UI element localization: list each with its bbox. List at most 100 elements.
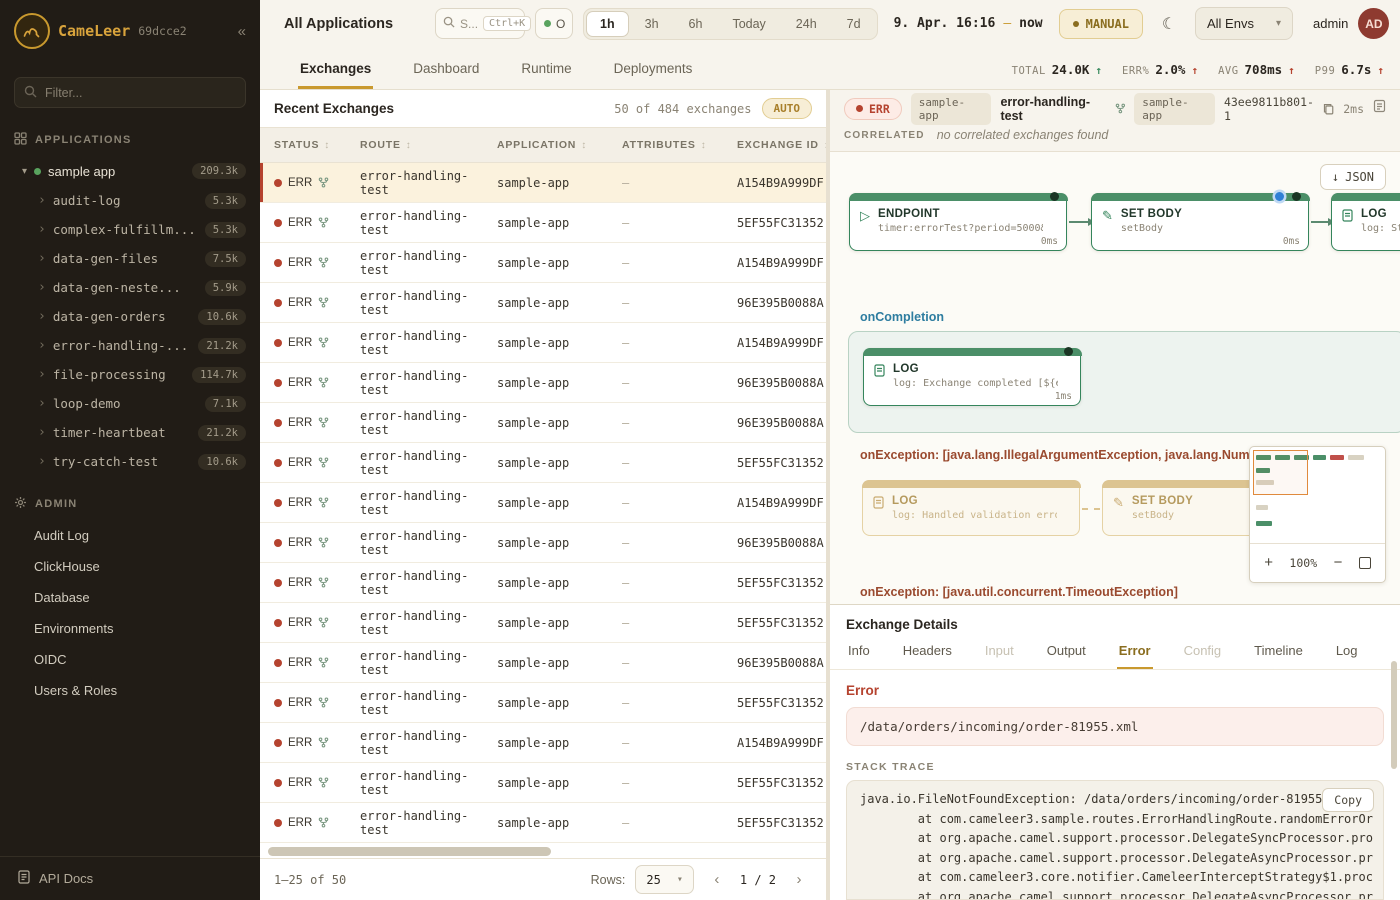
flow-node-exception-log[interactable]: LOG log: Handled validation error: ${exc… [862,480,1080,536]
download-json-button[interactable]: ↓ JSON [1320,164,1386,190]
sidebar-route-data-gen-orders[interactable]: › data-gen-orders 10.6k [0,302,260,331]
flow-node-set-body[interactable]: ✎ SET BODY setBody 0ms [1091,193,1309,251]
exchange-row[interactable]: ERR error-handling-test sample-app — 96E… [260,283,826,323]
env-select[interactable]: All Envs ▾ [1195,7,1293,40]
minimap-canvas[interactable] [1250,447,1385,544]
vertical-scrollbar[interactable] [1391,661,1397,769]
exchange-row[interactable]: ERR error-handling-test sample-app — A15… [260,723,826,763]
route-flow-canvas[interactable]: ↓ JSON ▷ ENDPOINT timer:errorTest?period… [830,151,1400,604]
prev-page-button[interactable]: ‹ [704,867,730,893]
tab-exchanges[interactable]: Exchanges [298,49,373,89]
sidebar-route-try-catch-test[interactable]: › try-catch-test 10.6k [0,447,260,476]
column-header-exchange-id[interactable]: EXCHANGE ID ↕ [737,139,826,151]
time-range-24h[interactable]: 24h [782,11,831,37]
detail-tab-headers[interactable]: Headers [901,639,954,669]
detail-tab-config[interactable]: Config [1182,639,1224,669]
detail-tab-output[interactable]: Output [1045,639,1088,669]
flow-minimap[interactable]: + 100% − [1249,446,1386,583]
sidebar-route-error-handling[interactable]: › error-handling-... 21.2k [0,331,260,360]
sidebar-route-audit-log[interactable]: › audit-log 5.3k [0,186,260,215]
auto-refresh-badge[interactable]: AUTO [762,98,813,119]
sidebar-route-timer-heartbeat[interactable]: › timer-heartbeat 21.2k [0,418,260,447]
rows-per-page-select[interactable]: 25 ▾ [635,865,693,894]
exchange-row[interactable]: ERR error-handling-test sample-app — A15… [260,323,826,363]
search-box[interactable]: S... Ctrl+K [435,8,525,39]
next-page-button[interactable]: › [786,867,812,893]
flow-node-endpoint[interactable]: ▷ ENDPOINT timer:errorTest?period=5000&d… [849,193,1067,251]
route-name[interactable]: error-handling-test [1000,95,1125,123]
tab-dashboard[interactable]: Dashboard [411,49,481,89]
exchange-row[interactable]: ERR error-handling-test sample-app — 5EF… [260,563,826,603]
exchange-row[interactable]: ERR error-handling-test sample-app — A15… [260,163,826,203]
sidebar-route-complex-fulfillm[interactable]: › complex-fulfillm... 5.3k [0,215,260,244]
column-header-status[interactable]: STATUS ↕ [260,139,360,151]
exchange-row[interactable]: ERR error-handling-test sample-app — 5EF… [260,763,826,803]
exchange-row[interactable]: ERR error-handling-test sample-app — 5EF… [260,203,826,243]
time-range-display[interactable]: 9. Apr. 16:16 – now [888,16,1049,31]
exchange-row[interactable]: ERR error-handling-test sample-app — 96E… [260,643,826,683]
column-header-route[interactable]: ROUTE ↕ [360,139,497,151]
column-header-attributes[interactable]: ATTRIBUTES ↕ [622,139,737,151]
copy-exchange-icon[interactable] [1373,99,1386,118]
sidebar-admin-audit-log[interactable]: Audit Log [0,520,260,551]
dark-mode-toggle[interactable]: ☾ [1153,8,1185,40]
exchange-row[interactable]: ERR error-handling-test sample-app — A15… [260,243,826,283]
admin-icon [14,496,27,512]
exchange-row[interactable]: ERR error-handling-test sample-app — 96E… [260,403,826,443]
time-range-1h[interactable]: 1h [586,11,629,37]
sidebar-route-file-processing[interactable]: › file-processing 114.7k [0,360,260,389]
detail-tab-info[interactable]: Info [846,639,872,669]
detail-tab-log[interactable]: Log [1334,639,1360,669]
zoom-in-button[interactable]: + [1264,556,1273,570]
exchange-row[interactable]: ERR error-handling-test sample-app — 5EF… [260,443,826,483]
sidebar-route-data-gen-neste[interactable]: › data-gen-neste... 5.9k [0,273,260,302]
time-range-7d[interactable]: 7d [833,11,875,37]
exchange-id[interactable]: 43ee9811b801-1 [1224,95,1334,123]
sidebar-admin-database[interactable]: Database [0,582,260,613]
sidebar-filter-input[interactable] [14,77,246,108]
minimap-viewport[interactable] [1253,450,1308,495]
zoom-fit-button[interactable] [1359,557,1371,569]
exchange-id-cell: 96E395B0088A [737,296,826,310]
sidebar-route-loop-demo[interactable]: › loop-demo 7.1k [0,389,260,418]
exchange-row[interactable]: ERR error-handling-test sample-app — 5EF… [260,803,826,843]
attributes-cell: — [622,696,737,710]
detail-tab-input[interactable]: Input [983,639,1016,669]
app-chip[interactable]: sample-app [911,93,992,125]
horizontal-scrollbar[interactable] [268,847,818,856]
sidebar-route-data-gen-files[interactable]: › data-gen-files 7.5k [0,244,260,273]
app-chip-secondary[interactable]: sample-app [1134,93,1215,125]
time-range-6h[interactable]: 6h [675,11,717,37]
sidebar-admin-clickhouse[interactable]: ClickHouse [0,551,260,582]
exchange-row[interactable]: ERR error-handling-test sample-app — 5EF… [260,603,826,643]
manual-mode-button[interactable]: MANUAL [1059,9,1143,39]
time-range-today[interactable]: Today [718,11,779,37]
sidebar-app-sample-app[interactable]: ▾ sample app 209.3k [0,156,260,186]
detail-tab-error[interactable]: Error [1117,639,1153,669]
sidebar-collapse-icon[interactable]: « [238,23,246,40]
sidebar-admin-users-roles[interactable]: Users & Roles [0,675,260,706]
application-cell: sample-app [497,456,622,470]
exchange-row[interactable]: ERR error-handling-test sample-app — 5EF… [260,683,826,723]
detail-tab-timeline[interactable]: Timeline [1252,639,1305,669]
scrollbar-thumb[interactable] [268,847,551,856]
copy-icon[interactable] [1323,103,1334,115]
api-docs-link[interactable]: API Docs [0,856,260,900]
column-header-application[interactable]: APPLICATION ↕ [497,139,622,151]
tab-runtime[interactable]: Runtime [519,49,573,89]
flow-node-completion-log[interactable]: LOG log: Exchange completed [${exchan 1m… [863,348,1081,406]
exchange-row[interactable]: ERR error-handling-test sample-app — 96E… [260,523,826,563]
zoom-out-button[interactable]: − [1334,556,1343,570]
copy-button[interactable]: Copy [1322,788,1374,812]
exchange-row[interactable]: ERR error-handling-test sample-app — A15… [260,483,826,523]
time-range-3h[interactable]: 3h [631,11,673,37]
flow-node-log[interactable]: LOG log: Sta [1331,193,1400,251]
sidebar-admin-environments[interactable]: Environments [0,613,260,644]
route-fork-icon [318,337,329,348]
tab-deployments[interactable]: Deployments [612,49,695,89]
exchange-row[interactable]: ERR error-handling-test sample-app — 96E… [260,363,826,403]
on-exception-label-1: onException: [java.lang.IllegalArgumentE… [860,448,1300,462]
sidebar-admin-oidc[interactable]: OIDC [0,644,260,675]
live-toggle[interactable]: O [535,8,573,39]
avatar[interactable]: AD [1358,8,1389,39]
